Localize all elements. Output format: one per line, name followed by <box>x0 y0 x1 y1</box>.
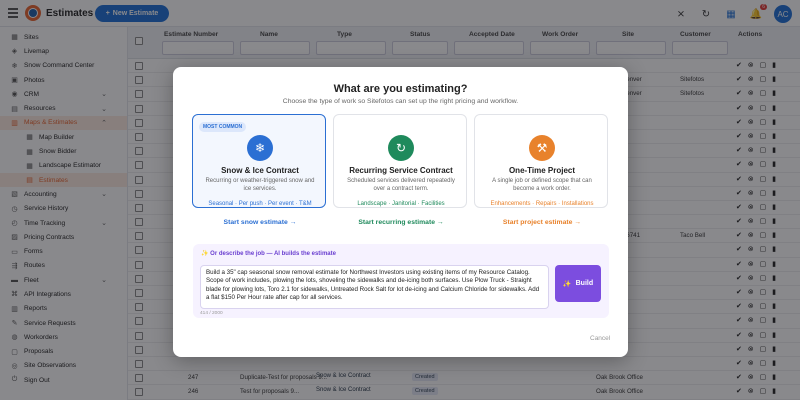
start-snow-estimate-link[interactable]: Start snow estimate → <box>193 219 327 226</box>
card-title: One-Time Project <box>508 166 576 175</box>
card-snow-ice[interactable]: MOST COMMON ❄ Snow & Ice Contract Recurr… <box>192 114 326 226</box>
ai-describe-panel: ✨ Or describe the job — AI builds the es… <box>193 244 609 318</box>
card-title: Snow & Ice Contract <box>221 166 299 175</box>
ai-label-text: Or describe the job — AI builds the esti… <box>210 251 336 257</box>
card-tags: Enhancements · Repairs · Installations <box>490 201 594 207</box>
start-project-estimate-link[interactable]: Start project estimate → <box>475 219 609 226</box>
build-button[interactable]: ✨ Build <box>555 265 601 302</box>
wrench-icon: ⚒ <box>529 135 555 161</box>
card-tags: Landscape · Janitorial · Facilities <box>357 201 445 207</box>
card-one-time-project[interactable]: ⚒ One-Time Project A single job or defin… <box>474 114 608 226</box>
card-title: Recurring Service Contract <box>349 166 453 175</box>
start-recurring-estimate-link[interactable]: Start recurring estimate → <box>334 219 468 226</box>
ai-description-input[interactable]: Build a 35" cap seasonal snow removal es… <box>200 265 549 309</box>
sparkle-icon: ✨ <box>201 251 209 257</box>
ai-label: ✨ Or describe the job — AI builds the es… <box>201 250 336 257</box>
estimate-type-modal: What are you estimating? Choose the type… <box>173 67 628 357</box>
most-common-badge: MOST COMMON <box>199 122 247 132</box>
modal-subtitle: Choose the type of work so Sitefotos can… <box>282 98 519 105</box>
build-label: Build <box>575 280 594 287</box>
card-description: Scheduled services delivered repeatedly … <box>347 178 455 192</box>
sparkle-icon: ✨ <box>562 280 572 288</box>
character-count: 414 / 2000 <box>200 311 223 316</box>
modal-title: What are you estimating? <box>333 83 468 95</box>
card-tags: Seasonal · Per push · Per event · T&M <box>208 201 312 207</box>
snowflake-icon: ❄ <box>247 135 273 161</box>
cancel-button[interactable]: Cancel <box>590 335 610 342</box>
refresh-icon: ↻ <box>388 135 414 161</box>
card-recurring-service[interactable]: ↻ Recurring Service Contract Scheduled s… <box>333 114 467 226</box>
card-description: A single job or defined scope that can b… <box>492 178 592 192</box>
card-description: Recurring or weather-triggered snow and … <box>205 178 315 192</box>
